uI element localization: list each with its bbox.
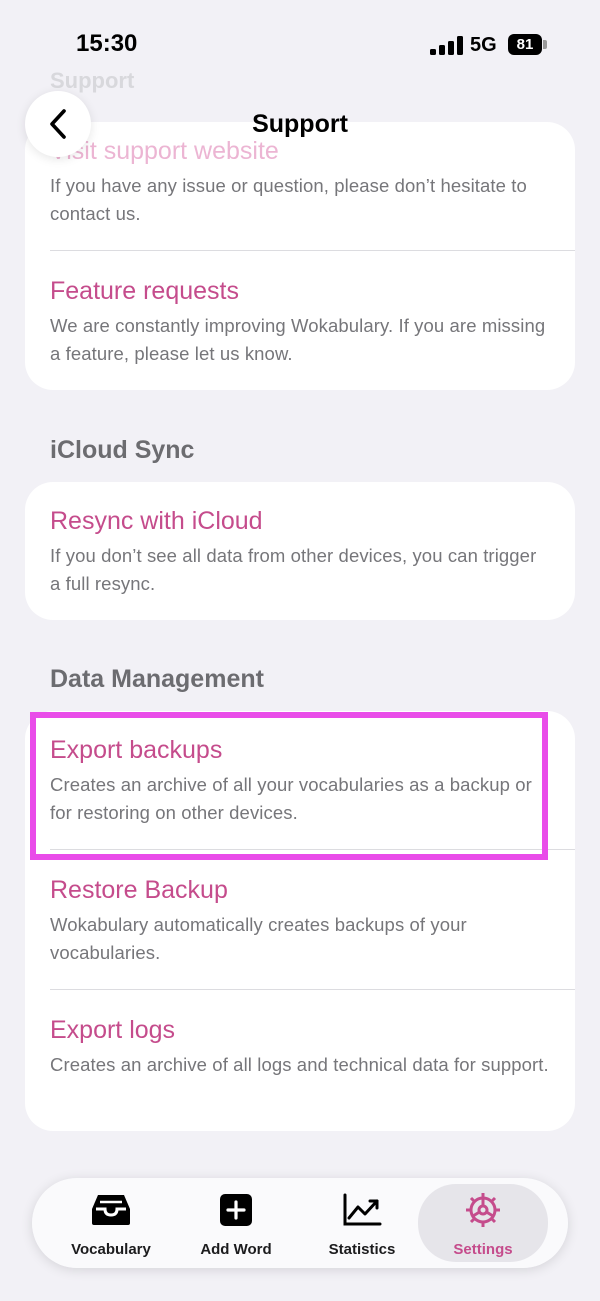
row-title: Restore Backup [50,876,228,904]
plus-square-icon [219,1192,253,1228]
tab-label: Add Word [200,1241,272,1258]
section-header-data-management: Data Management [50,665,264,693]
tab-label: Settings [453,1241,513,1258]
tab-label: Vocabulary [71,1241,151,1258]
row-description: Wokabulary automatically creates backups… [50,914,467,963]
row-title: Export logs [50,1016,176,1044]
list-item-export-logs[interactable]: Export logs Creates an archive of all lo… [50,1015,550,1079]
row-description: If you have any issue or question, pleas… [50,175,527,224]
battery-tip [543,40,547,49]
section-header-icloud: iCloud Sync [50,436,195,464]
support-card: Visit support website If you have any is… [25,122,575,390]
row-title: Visit support website [50,137,279,165]
row-description: We are constantly improving Wokabulary. … [50,315,546,364]
tab-add-word[interactable]: Add Word [171,1178,301,1268]
divider [50,250,575,251]
tab-bar: Vocabulary Add Word Statistics Settings [32,1178,568,1268]
gear-icon [464,1192,502,1228]
battery-level: 81 [516,36,534,53]
cellular-signal-icon [430,35,464,55]
row-title: Feature requests [50,277,239,305]
faded-section-header: Support [50,68,135,93]
tab-label: Statistics [328,1241,396,1258]
chart-icon [342,1192,382,1228]
list-item-restore-backup[interactable]: Restore Backup Wokabulary automatically … [50,875,550,967]
tab-statistics[interactable]: Statistics [297,1178,427,1268]
icloud-card: Resync with iCloud If you don’t see all … [25,482,575,620]
network-type: 5G [470,34,497,56]
row-description: Creates an archive of all logs and techn… [50,1054,549,1075]
row-title: Resync with iCloud [50,507,263,535]
status-time: 15:30 [76,30,138,57]
tab-settings[interactable]: Settings [418,1184,548,1262]
divider [50,989,575,990]
chevron-left-icon [50,109,66,139]
battery-icon: 81 [508,34,542,55]
list-item-feature-requests[interactable]: Feature requests We are constantly impro… [50,276,550,368]
list-item-resync-icloud[interactable]: Resync with iCloud If you don’t see all … [50,506,550,598]
back-button[interactable] [25,91,91,157]
highlight-box [30,712,548,860]
row-description: If you don’t see all data from other dev… [50,545,537,594]
list-item-support-website[interactable]: Visit support website If you have any is… [50,136,550,228]
tab-vocabulary[interactable]: Vocabulary [46,1178,176,1268]
tray-icon [90,1192,132,1228]
